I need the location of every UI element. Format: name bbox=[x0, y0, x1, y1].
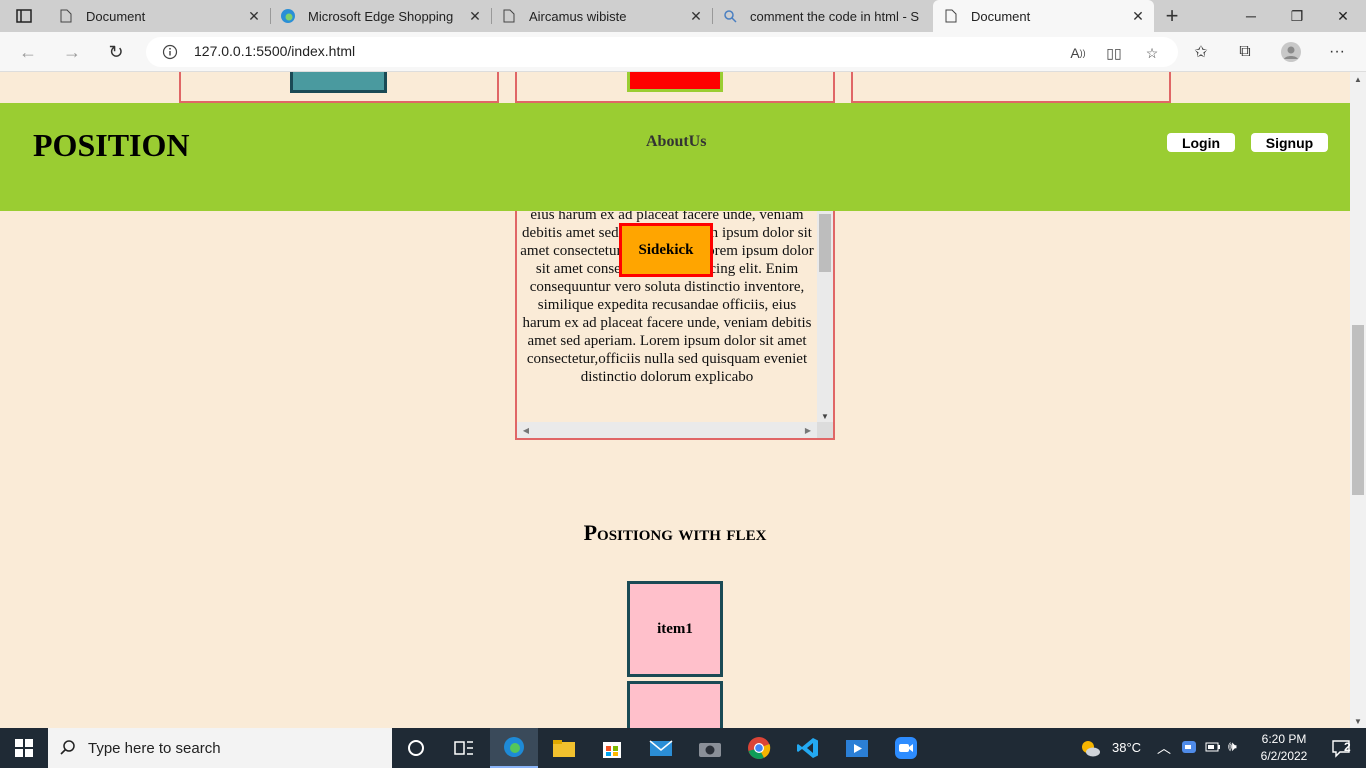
favorites-icon[interactable]: ✩ bbox=[1190, 41, 1212, 63]
forward-button[interactable]: → bbox=[58, 38, 86, 66]
taskbar-search-box[interactable]: Type here to search bbox=[48, 728, 392, 768]
position-box bbox=[851, 72, 1171, 103]
brand-title: POSITION bbox=[33, 127, 190, 163]
start-button[interactable] bbox=[0, 728, 48, 768]
refresh-button[interactable]: ↻ bbox=[102, 38, 130, 66]
close-tab-icon[interactable]: ✕ bbox=[244, 6, 264, 26]
browser-tab-3[interactable]: Aircamus wibiste ✕ bbox=[491, 0, 712, 32]
tab-title: Microsoft Edge Shopping bbox=[308, 8, 454, 24]
url-field[interactable]: 127.0.0.1:5500/index.html A)) ▯▯ ☆ bbox=[146, 37, 1178, 67]
close-tab-icon[interactable]: ✕ bbox=[465, 6, 485, 26]
tab-title: Aircamus wibiste bbox=[529, 8, 627, 24]
tab-title: Document bbox=[86, 8, 146, 24]
zoom-icon[interactable] bbox=[882, 728, 930, 768]
minimize-button[interactable]: ─ bbox=[1228, 0, 1274, 32]
teal-square bbox=[290, 72, 387, 93]
browser-tab-strip: Document ✕ Microsoft Edge Shopping ✕ Air… bbox=[0, 0, 1366, 32]
profile-avatar[interactable] bbox=[1280, 41, 1302, 63]
chrome-icon[interactable] bbox=[735, 728, 783, 768]
edge-taskbar-icon[interactable] bbox=[490, 728, 538, 768]
weather-icon[interactable] bbox=[1070, 728, 1110, 768]
search-icon bbox=[722, 8, 738, 24]
vscode-icon[interactable] bbox=[784, 728, 832, 768]
scroll-up-arrow[interactable]: ▲ bbox=[1350, 72, 1366, 86]
browser-tab-1[interactable]: Document ✕ bbox=[48, 0, 270, 32]
close-window-button[interactable]: ✕ bbox=[1320, 0, 1366, 32]
scroll-text: Enim consequuntur vero soluta distinctio… bbox=[520, 184, 815, 385]
more-menu-icon[interactable]: ··· bbox=[1326, 41, 1348, 63]
nav-link-aboutus[interactable]: AboutUs bbox=[646, 133, 706, 151]
windows-taskbar: Type here to search 38°C ︿ 🕪 6:20 PM 6/2… bbox=[0, 728, 1366, 768]
battery-icon[interactable] bbox=[1205, 740, 1221, 757]
close-tab-icon[interactable]: ✕ bbox=[1128, 6, 1148, 26]
video-player-icon[interactable] bbox=[833, 728, 881, 768]
scroll-thumb[interactable] bbox=[819, 214, 831, 272]
scrollbar-corner bbox=[817, 422, 833, 438]
browser-tab-4[interactable]: comment the code in html - S bbox=[712, 0, 933, 32]
scroll-text-box[interactable]: Enim consequuntur vero soluta distinctio… bbox=[515, 182, 835, 440]
sticky-navbar: POSITION AboutUs Login Signup bbox=[0, 103, 1350, 211]
meet-now-icon[interactable] bbox=[1181, 739, 1197, 758]
page-icon bbox=[943, 8, 959, 24]
page-icon bbox=[501, 8, 517, 24]
camera-icon[interactable] bbox=[686, 728, 734, 768]
mail-icon[interactable] bbox=[637, 728, 685, 768]
page-scroll-thumb[interactable] bbox=[1352, 325, 1364, 495]
weather-temperature[interactable]: 38°C bbox=[1112, 740, 1141, 755]
tab-actions-icon bbox=[16, 9, 32, 23]
tab-title: comment the code in html - S bbox=[750, 8, 920, 24]
flex-section-heading: Positiong with flex bbox=[583, 520, 767, 545]
scroll-down-arrow[interactable]: ▼ bbox=[817, 410, 833, 422]
textbox-horizontal-scrollbar[interactable]: ◀ ▶ bbox=[517, 422, 817, 438]
immersive-reader-icon[interactable]: ▯▯ bbox=[1104, 43, 1124, 63]
windows-icon bbox=[15, 739, 33, 757]
scroll-right-arrow[interactable]: ▶ bbox=[801, 422, 815, 438]
show-hidden-icons-chevron-icon[interactable]: ︿ bbox=[1157, 738, 1171, 758]
textbox-vertical-scrollbar[interactable]: ▼ bbox=[817, 184, 833, 424]
edge-icon bbox=[280, 8, 296, 24]
browser-tab-5[interactable]: Document ✕ bbox=[933, 0, 1154, 32]
url-text: 127.0.0.1:5500/index.html bbox=[194, 43, 356, 59]
new-tab-button[interactable]: + bbox=[1160, 3, 1184, 28]
store-icon[interactable] bbox=[588, 728, 636, 768]
address-bar: ← → ↻ 127.0.0.1:5500/index.html A)) ▯▯ ☆… bbox=[0, 32, 1366, 72]
tab-title: Document bbox=[971, 8, 1031, 24]
flex-item: item2 bbox=[627, 681, 723, 728]
login-button[interactable]: Login bbox=[1167, 133, 1235, 152]
red-square bbox=[627, 72, 723, 92]
browser-tab-2[interactable]: Microsoft Edge Shopping ✕ bbox=[270, 0, 491, 32]
add-favorite-icon[interactable]: ☆ bbox=[1142, 43, 1162, 63]
info-icon[interactable] bbox=[162, 44, 178, 60]
scroll-down-arrow[interactable]: ▼ bbox=[1350, 714, 1366, 728]
scroll-left-arrow[interactable]: ◀ bbox=[519, 422, 533, 438]
system-clock[interactable]: 6:20 PM 6/2/2022 bbox=[1256, 731, 1312, 765]
read-aloud-icon[interactable]: A)) bbox=[1068, 43, 1088, 63]
notifications-icon[interactable]: 2 bbox=[1318, 728, 1366, 768]
clock-date: 6/2/2022 bbox=[1260, 749, 1308, 763]
search-placeholder: Type here to search bbox=[88, 739, 221, 757]
back-button[interactable]: ← bbox=[14, 38, 42, 66]
page-scrollbar[interactable]: ▲ ▼ bbox=[1350, 72, 1366, 728]
notification-count: 2 bbox=[1344, 740, 1351, 754]
cortana-icon[interactable] bbox=[392, 728, 440, 768]
sidekick-box: Sidekick bbox=[619, 223, 713, 277]
restore-button[interactable]: ❐ bbox=[1274, 0, 1320, 32]
page-icon bbox=[58, 8, 74, 24]
clock-time: 6:20 PM bbox=[1261, 732, 1307, 746]
file-explorer-icon[interactable] bbox=[540, 728, 588, 768]
search-icon bbox=[48, 739, 88, 757]
signup-button[interactable]: Signup bbox=[1251, 133, 1328, 152]
flex-item: item1 bbox=[627, 581, 723, 677]
task-view-icon[interactable] bbox=[440, 728, 488, 768]
page-viewport: POSITION AboutUs Login Signup Enim conse… bbox=[0, 72, 1350, 728]
tab-actions-button[interactable] bbox=[0, 0, 48, 32]
collections-icon[interactable]: ⧉ bbox=[1234, 41, 1256, 63]
volume-icon[interactable]: 🕪 bbox=[1228, 738, 1237, 755]
close-tab-icon[interactable]: ✕ bbox=[686, 6, 706, 26]
